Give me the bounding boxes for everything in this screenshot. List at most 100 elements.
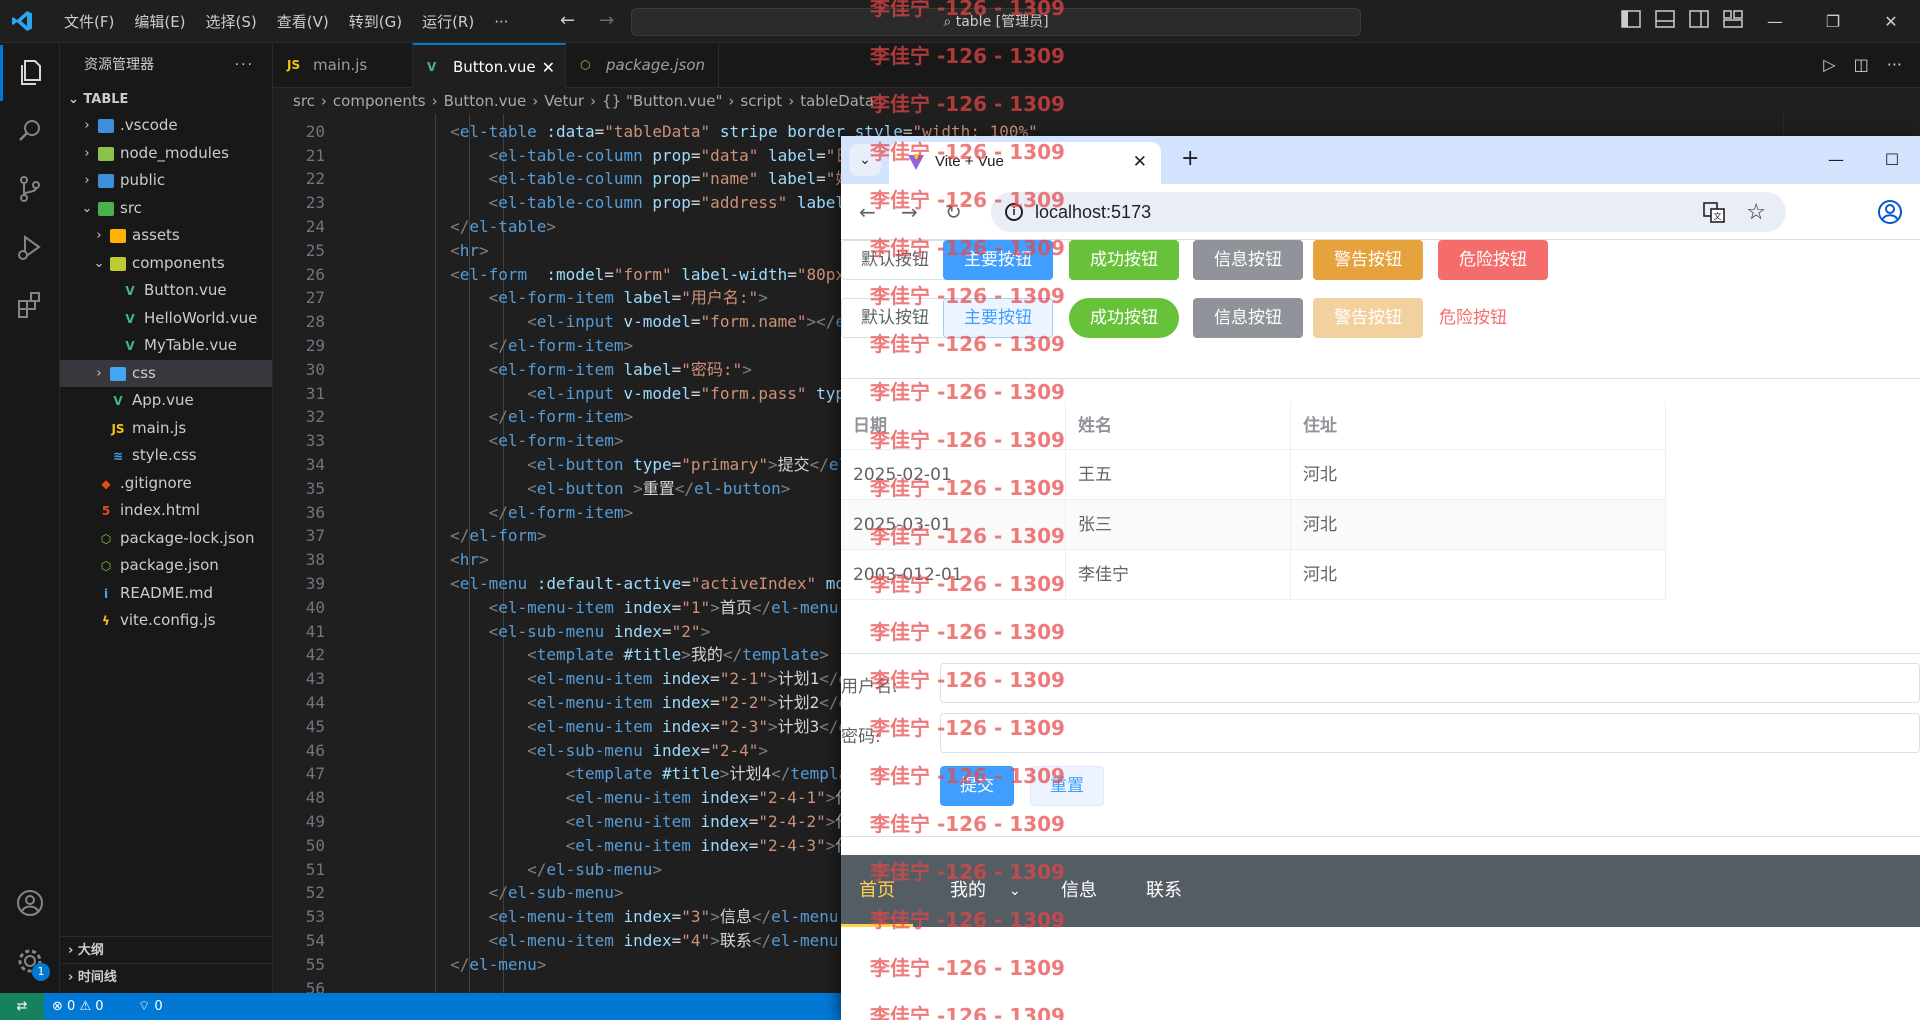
close-tab-icon[interactable]: ✕: [542, 45, 555, 90]
back-arrow-icon[interactable]: ←: [560, 10, 575, 31]
menu-item[interactable]: ···: [484, 13, 518, 31]
accounts-activity[interactable]: [0, 875, 60, 931]
profile-icon[interactable]: [1876, 198, 1904, 226]
minimize-icon[interactable]: —: [1746, 0, 1804, 43]
problems-indicator[interactable]: ⊗ 0 ⚠ 0: [52, 993, 104, 1020]
new-tab-icon[interactable]: +: [1181, 146, 1199, 171]
button-1[interactable]: 默认按钮: [841, 298, 949, 338]
close-icon[interactable]: ✕: [1862, 0, 1920, 43]
nav-menu-item[interactable]: 信息: [1061, 855, 1097, 927]
menu-item[interactable]: 选择(S): [196, 11, 267, 32]
tree-item--vscode[interactable]: › .vscode: [60, 112, 272, 140]
source-control-activity[interactable]: [0, 161, 60, 217]
button-4[interactable]: 信息按钮: [1193, 298, 1303, 338]
tree-item-src[interactable]: ⌄ src: [60, 195, 272, 223]
tree-item-readme-md[interactable]: i README.md: [60, 580, 272, 608]
more-actions-icon[interactable]: ···: [235, 43, 254, 88]
button-6[interactable]: 危险按钮: [1438, 298, 1548, 338]
tree-item-button-vue[interactable]: V Button.vue: [60, 277, 272, 305]
menu-item[interactable]: 编辑(E): [124, 11, 195, 32]
tree-item-package-json[interactable]: ⬡ package.json: [60, 552, 272, 580]
toggle-primary-sidebar-icon[interactable]: [1620, 8, 1642, 30]
extensions-activity[interactable]: [0, 277, 60, 333]
customize-layout-icon[interactable]: [1722, 8, 1744, 30]
more-actions-icon[interactable]: ···: [1887, 55, 1902, 74]
tree-item-package-lock-json[interactable]: ⬡ package-lock.json: [60, 525, 272, 553]
tab-package-json[interactable]: ⬡ package.json: [566, 43, 719, 88]
minimize-icon[interactable]: —: [1808, 136, 1864, 184]
ports-indicator[interactable]: ⌔ 0: [138, 993, 163, 1020]
menu-item[interactable]: 运行(R): [412, 11, 484, 32]
forward-arrow-icon[interactable]: →: [599, 10, 614, 31]
close-tab-icon[interactable]: ✕: [1133, 142, 1147, 182]
tab-button-vue[interactable]: V Button.vue ✕: [413, 43, 566, 88]
password-input[interactable]: [940, 713, 1920, 753]
translate-icon[interactable]: 文: [1702, 200, 1726, 224]
menu-item[interactable]: 文件(F): [54, 11, 124, 32]
address-bar[interactable]: i localhost:5173 文 ☆: [991, 192, 1786, 232]
breadcrumb-item[interactable]: tableData: [800, 92, 874, 110]
button-5[interactable]: 警告按钮: [1313, 298, 1423, 338]
outline-section[interactable]: › 大纲: [60, 936, 273, 963]
tree-item-vite-config-js[interactable]: ϟ vite.config.js: [60, 607, 272, 635]
tree-item-helloworld-vue[interactable]: V HelloWorld.vue: [60, 305, 272, 333]
back-arrow-icon[interactable]: ←: [859, 200, 876, 224]
nav-menu-item[interactable]: 首页: [841, 855, 913, 927]
breadcrumb-item[interactable]: Vetur: [544, 92, 584, 110]
tree-item-style-css[interactable]: ≋ style.css: [60, 442, 272, 470]
button-3[interactable]: 成功按钮: [1069, 240, 1179, 280]
menu-item[interactable]: 查看(V): [267, 11, 339, 32]
search-activity[interactable]: [0, 103, 60, 159]
run-debug-activity[interactable]: [0, 219, 60, 275]
breadcrumb-item[interactable]: {} "Button.vue": [602, 92, 722, 110]
table-row[interactable]: 2025-03-01 张三 河北: [841, 500, 1666, 550]
tree-item-node-modules[interactable]: › node_modules: [60, 140, 272, 168]
breadcrumb-item[interactable]: src: [293, 92, 315, 110]
breadcrumb-item[interactable]: Button.vue: [444, 92, 527, 110]
bookmark-star-icon[interactable]: ☆: [1746, 192, 1766, 232]
submit-button[interactable]: 提交: [940, 766, 1014, 806]
tree-item-css[interactable]: › css: [60, 359, 272, 387]
button-3[interactable]: 成功按钮: [1069, 298, 1179, 338]
button-2[interactable]: 主要按钮: [943, 240, 1053, 280]
tree-item-public[interactable]: › public: [60, 167, 272, 195]
tree-item-mytable-vue[interactable]: V MyTable.vue: [60, 332, 272, 360]
tree-item--gitignore[interactable]: ◆ .gitignore: [60, 470, 272, 498]
tab-main-js[interactable]: JS main.js: [273, 43, 413, 88]
split-editor-icon[interactable]: ◫: [1854, 55, 1869, 74]
menu-item[interactable]: 转到(G): [339, 11, 412, 32]
nav-menu-item[interactable]: 我的: [950, 855, 986, 927]
tree-item-index-html[interactable]: 5 index.html: [60, 497, 272, 525]
toggle-secondary-sidebar-icon[interactable]: [1688, 8, 1710, 30]
restore-icon[interactable]: ❐: [1804, 0, 1862, 43]
maximize-icon[interactable]: ☐: [1864, 136, 1920, 184]
reload-icon[interactable]: ↻: [945, 200, 962, 224]
command-center-search[interactable]: ⌕ table [管理员]: [631, 8, 1361, 36]
table-row[interactable]: 2025-02-01 王五 河北: [841, 450, 1666, 500]
forward-arrow-icon[interactable]: →: [901, 200, 918, 224]
nav-menu-item[interactable]: 联系: [1146, 855, 1182, 927]
button-6[interactable]: 危险按钮: [1438, 240, 1548, 280]
tree-item-app-vue[interactable]: V App.vue: [60, 387, 272, 415]
button-4[interactable]: 信息按钮: [1193, 240, 1303, 280]
button-1[interactable]: 默认按钮: [841, 240, 949, 280]
manage-activity[interactable]: 1: [0, 933, 60, 989]
table-row[interactable]: 2003-012-01 李佳宁 河北: [841, 550, 1666, 600]
remote-indicator[interactable]: ⇄: [0, 993, 44, 1020]
tree-item-main-js[interactable]: JS main.js: [60, 415, 272, 443]
tree-item-assets[interactable]: › assets: [60, 222, 272, 250]
toggle-panel-icon[interactable]: [1654, 8, 1676, 30]
button-5[interactable]: 警告按钮: [1313, 240, 1423, 280]
workspace-root[interactable]: ⌄ TABLE: [60, 88, 272, 112]
breadcrumb-item[interactable]: script: [740, 92, 782, 110]
tree-item-components[interactable]: ⌄ components: [60, 250, 272, 278]
timeline-section[interactable]: › 时间线: [60, 963, 273, 990]
explorer-activity[interactable]: [0, 45, 60, 101]
breadcrumb-item[interactable]: components: [333, 92, 426, 110]
run-icon[interactable]: ▷: [1823, 55, 1835, 74]
username-input[interactable]: [940, 663, 1920, 703]
reset-button[interactable]: 重置: [1030, 766, 1104, 806]
browser-tab[interactable]: Vite + Vue ✕: [889, 142, 1161, 184]
tab-search-chevron-icon[interactable]: ⌄: [849, 144, 881, 176]
button-2[interactable]: 主要按钮: [943, 298, 1053, 338]
